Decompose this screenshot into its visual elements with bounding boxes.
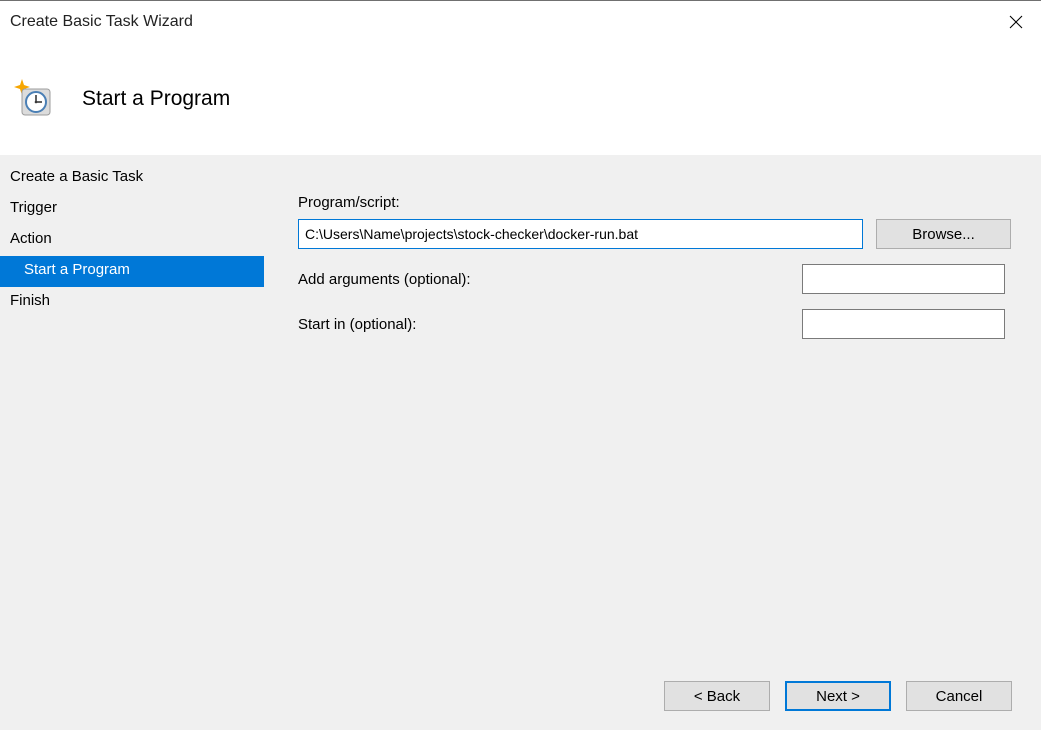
program-script-input[interactable]	[298, 219, 863, 249]
program-script-label: Program/script:	[298, 194, 400, 211]
wizard-steps-sidebar: Create a Basic Task Trigger Action Start…	[0, 155, 264, 730]
task-scheduler-icon	[14, 79, 54, 119]
browse-button[interactable]: Browse...	[876, 219, 1011, 249]
cancel-button[interactable]: Cancel	[906, 681, 1012, 711]
add-arguments-label: Add arguments (optional):	[298, 271, 802, 288]
back-button[interactable]: < Back	[664, 681, 770, 711]
form-area: Program/script: Browse... Add arguments …	[264, 155, 1041, 730]
page-title: Start a Program	[82, 87, 230, 111]
next-button[interactable]: Next >	[785, 681, 891, 711]
titlebar: Create Basic Task Wizard	[0, 0, 1041, 42]
main-area: Create a Basic Task Trigger Action Start…	[0, 155, 1041, 730]
sidebar-item-start-a-program[interactable]: Start a Program	[0, 256, 264, 287]
wizard-footer: < Back Next > Cancel	[0, 681, 1041, 730]
sidebar-item-action[interactable]: Action	[0, 225, 264, 256]
window-title: Create Basic Task Wizard	[10, 13, 193, 31]
wizard-header: Start a Program	[0, 42, 1041, 155]
sidebar-item-trigger[interactable]: Trigger	[0, 194, 264, 225]
sidebar-item-create-basic-task[interactable]: Create a Basic Task	[0, 163, 264, 194]
start-in-label: Start in (optional):	[298, 316, 802, 333]
wizard-body: Create a Basic Task Trigger Action Start…	[0, 155, 1041, 730]
close-icon	[1009, 15, 1023, 29]
start-in-input[interactable]	[802, 309, 1005, 339]
add-arguments-input[interactable]	[802, 264, 1005, 294]
sidebar-item-finish[interactable]: Finish	[0, 287, 264, 318]
close-button[interactable]	[991, 4, 1041, 40]
